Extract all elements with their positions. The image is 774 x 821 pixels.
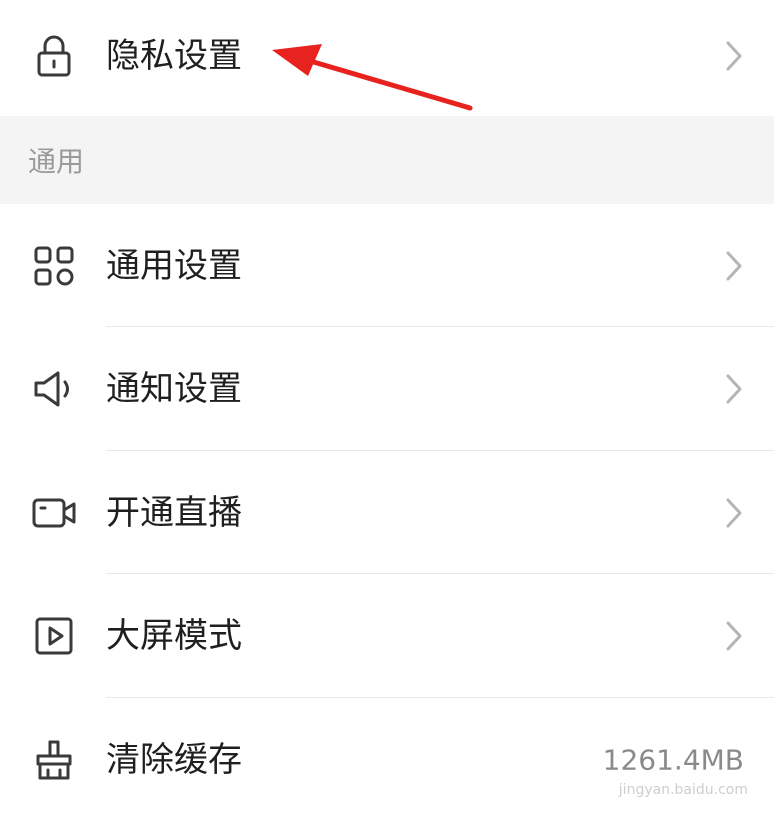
section-header-general: 通用 <box>0 116 774 204</box>
settings-row-live[interactable]: 开通直播 <box>0 451 774 574</box>
settings-row-label: 通用设置 <box>106 245 242 286</box>
settings-row-label: 清除缓存 <box>106 739 242 780</box>
speaker-icon <box>30 365 78 413</box>
settings-row-notifications[interactable]: 通知设置 <box>0 327 774 450</box>
watermark: jingyan.baidu.com <box>618 782 748 798</box>
lock-icon <box>30 32 78 80</box>
settings-row-privacy[interactable]: 隐私设置 <box>0 0 774 117</box>
settings-row-clear-cache[interactable]: 清除缓存 1261.4MB <box>0 698 774 821</box>
cache-size-value: 1261.4MB <box>602 743 744 776</box>
chevron-right-icon <box>724 619 744 653</box>
chevron-right-icon <box>724 39 744 73</box>
broom-icon <box>30 736 78 784</box>
chevron-right-icon <box>724 496 744 530</box>
settings-row-label: 通知设置 <box>106 368 242 409</box>
settings-row-label: 隐私设置 <box>106 35 242 76</box>
play-square-icon <box>30 612 78 660</box>
settings-row-label: 大屏模式 <box>106 615 242 656</box>
settings-row-general[interactable]: 通用设置 <box>0 204 774 327</box>
settings-row-large-screen[interactable]: 大屏模式 <box>0 574 774 697</box>
chevron-right-icon <box>724 249 744 283</box>
grid-icon <box>30 242 78 290</box>
section-title: 通用 <box>28 145 85 178</box>
chevron-right-icon <box>724 372 744 406</box>
settings-row-label: 开通直播 <box>106 492 242 533</box>
video-camera-icon <box>30 489 78 537</box>
